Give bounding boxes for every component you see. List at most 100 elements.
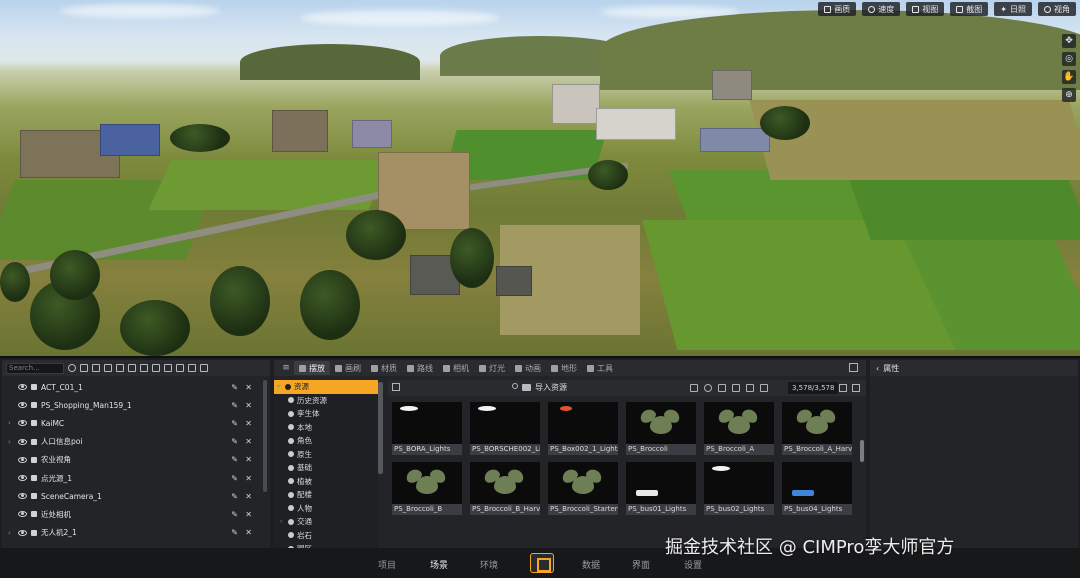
outliner-row[interactable]: ACT_C01_1 ✎ ✕: [2, 378, 260, 396]
asset-tile[interactable]: PS_BORSCHE002_Li: [470, 402, 540, 455]
edit-icon[interactable]: ✎: [231, 510, 238, 519]
category-item[interactable]: 配楼: [274, 488, 378, 502]
refresh-icon[interactable]: [68, 364, 76, 372]
category-item[interactable]: 基础: [274, 461, 378, 475]
list-icon[interactable]: [176, 364, 184, 372]
sunlight-button[interactable]: ✦ 日照: [994, 2, 1032, 16]
visibility-icon[interactable]: [18, 529, 27, 536]
content-tab[interactable]: 动画: [510, 361, 546, 375]
asset-tile[interactable]: PS_Broccoli: [626, 402, 696, 455]
outliner-row[interactable]: › 无人机2_1 ✎ ✕: [2, 524, 260, 542]
outliner-row[interactable]: 点光源_1 ✎ ✕: [2, 469, 260, 487]
box-icon[interactable]: [164, 364, 172, 372]
app-logo-icon[interactable]: [530, 553, 554, 573]
edit-icon[interactable]: ✎: [231, 492, 238, 501]
asset-tile[interactable]: PS_bus04_Lights: [782, 462, 852, 515]
content-tab[interactable]: 摆放: [294, 361, 330, 375]
content-tab[interactable]: 工具: [582, 361, 618, 375]
move-icon[interactable]: ✥: [1062, 34, 1076, 48]
search-icon[interactable]: [512, 383, 518, 389]
large-view-icon[interactable]: [852, 384, 860, 392]
category-item[interactable]: 植被: [274, 475, 378, 489]
expand-icon[interactable]: ›: [8, 419, 18, 427]
tab-data[interactable]: 数据: [582, 558, 600, 571]
close-icon[interactable]: ✕: [245, 383, 252, 392]
visibility-icon[interactable]: [18, 438, 27, 445]
close-icon[interactable]: ✕: [245, 474, 252, 483]
visibility-icon[interactable]: [18, 511, 27, 518]
tab-scene[interactable]: 场景: [430, 558, 448, 571]
asset-tile[interactable]: PS_Broccoli_B_Harv: [470, 462, 540, 515]
camera-view-button[interactable]: 视角: [1038, 2, 1076, 16]
outliner-row[interactable]: SceneCamera_1 ✎ ✕: [2, 487, 260, 505]
edit-icon[interactable]: ✎: [231, 474, 238, 483]
visibility-icon[interactable]: [18, 456, 27, 463]
content-tab[interactable]: 灯光: [474, 361, 510, 375]
expand-icon[interactable]: ›: [8, 529, 18, 537]
close-icon[interactable]: ✕: [245, 419, 252, 428]
view-button[interactable]: 视图: [906, 2, 945, 16]
visibility-icon[interactable]: [18, 420, 27, 427]
sort-icon[interactable]: [760, 384, 768, 392]
category-scrollbar[interactable]: [378, 382, 383, 474]
panel-list-icon[interactable]: [849, 363, 858, 372]
outliner-scrollbar[interactable]: [263, 380, 267, 492]
close-icon[interactable]: ✕: [245, 510, 252, 519]
category-item[interactable]: ▾ 资源: [274, 380, 378, 394]
history-icon[interactable]: [704, 384, 712, 392]
asset-grid-scrollbar[interactable]: [860, 440, 864, 462]
delete-icon[interactable]: [690, 384, 698, 392]
category-item[interactable]: 岩石: [274, 529, 378, 543]
asset-tile[interactable]: PS_Broccoli_B: [392, 462, 462, 515]
screenshot-button[interactable]: 截图: [950, 2, 989, 16]
tab-project[interactable]: 项目: [378, 558, 396, 571]
close-icon[interactable]: ✕: [245, 437, 252, 446]
copy-icon[interactable]: [140, 364, 148, 372]
focus-icon[interactable]: [92, 364, 100, 372]
expand-icon[interactable]: ›: [8, 438, 18, 446]
layers-icon[interactable]: [152, 364, 160, 372]
check-icon[interactable]: [732, 384, 740, 392]
properties-header[interactable]: ‹ 属性: [870, 360, 1078, 376]
close-icon[interactable]: ✕: [245, 528, 252, 537]
pan-icon[interactable]: ✋: [1062, 70, 1076, 84]
asset-tile[interactable]: PS_bus01_Lights: [626, 462, 696, 515]
close-icon[interactable]: ✕: [245, 492, 252, 501]
outliner-search-input[interactable]: Search...: [6, 362, 64, 374]
import-assets-button[interactable]: 导入资源: [522, 382, 567, 393]
visibility-icon[interactable]: [18, 384, 27, 391]
group-icon[interactable]: [128, 364, 136, 372]
edit-icon[interactable]: ✎: [231, 437, 238, 446]
visibility-icon[interactable]: [18, 493, 27, 500]
category-item[interactable]: › 交通: [274, 515, 378, 529]
outliner-row[interactable]: 近处相机 ✎ ✕: [2, 505, 260, 523]
content-tab[interactable]: 画刷: [330, 361, 366, 375]
outliner-row[interactable]: › 人口信息poi ✎ ✕: [2, 433, 260, 451]
edit-icon[interactable]: ✎: [231, 419, 238, 428]
content-tab[interactable]: 材质: [366, 361, 402, 375]
favorite-icon[interactable]: [718, 384, 726, 392]
edit-icon[interactable]: ✎: [231, 455, 238, 464]
asset-tile[interactable]: PS_bus02_Lights: [704, 462, 774, 515]
content-tab[interactable]: 相机: [438, 361, 474, 375]
category-item[interactable]: 历史资源: [274, 394, 378, 408]
edit-icon[interactable]: ✎: [231, 528, 238, 537]
tab-settings[interactable]: 设置: [684, 558, 702, 571]
sort-az-icon[interactable]: [746, 384, 754, 392]
quality-button[interactable]: 画质: [818, 2, 857, 16]
visibility-icon[interactable]: [18, 402, 27, 409]
speed-button[interactable]: 速度: [862, 2, 901, 16]
category-item[interactable]: 角色: [274, 434, 378, 448]
settings-icon[interactable]: [200, 364, 208, 372]
outliner-row[interactable]: PS_Shopping_Man159_1 ✎ ✕: [2, 396, 260, 414]
menu-icon[interactable]: ≡: [278, 363, 294, 373]
close-icon[interactable]: ✕: [245, 401, 252, 410]
outliner-row[interactable]: 农业视角 ✎ ✕: [2, 451, 260, 469]
asset-tile[interactable]: PS_Broccoli_A_Harv: [782, 402, 852, 455]
select-icon[interactable]: [80, 364, 88, 372]
edit-icon[interactable]: ✎: [231, 383, 238, 392]
tab-interface[interactable]: 界面: [632, 558, 650, 571]
visibility-icon[interactable]: [18, 475, 27, 482]
outliner-row[interactable]: › KaiMC ✎ ✕: [2, 414, 260, 432]
grid-icon[interactable]: [188, 364, 196, 372]
